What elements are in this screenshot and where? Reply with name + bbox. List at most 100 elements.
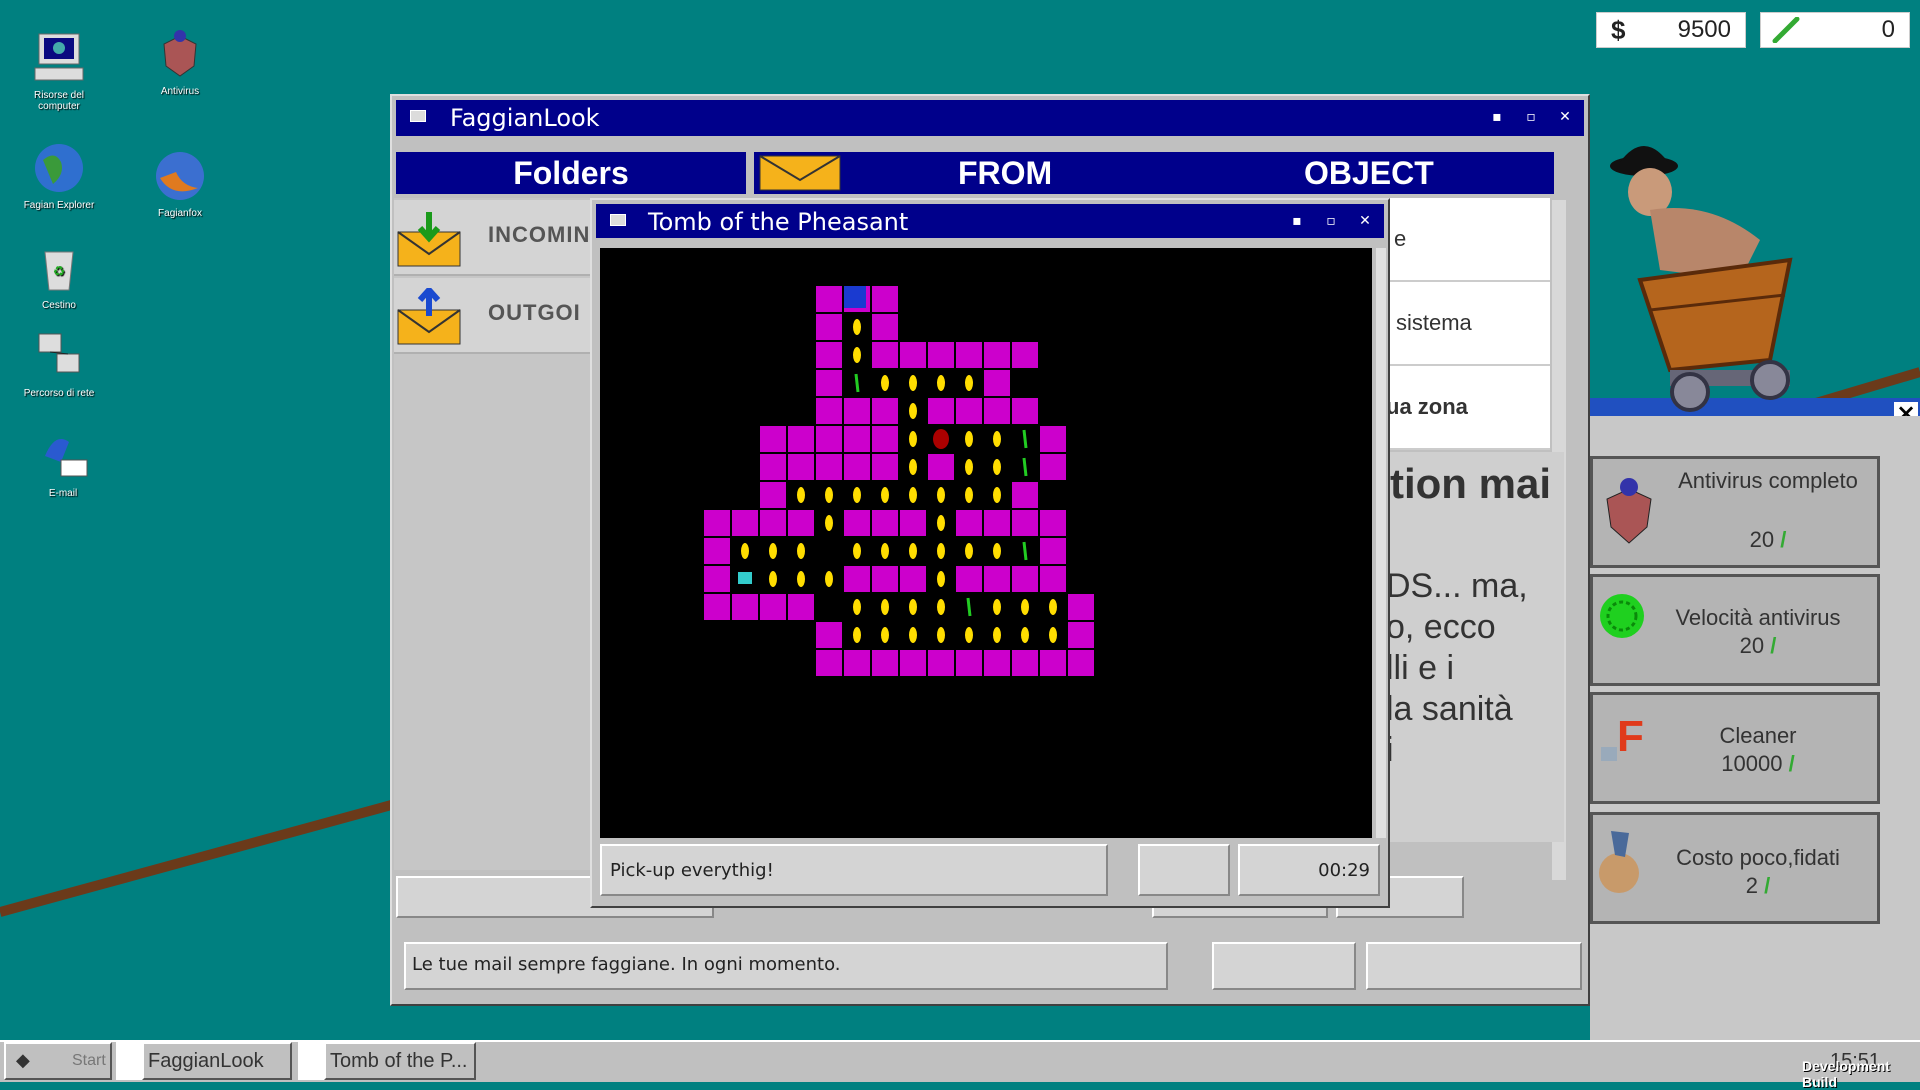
shop-item-price: 2 / [1633,873,1883,899]
coin [937,487,945,503]
player-snake [738,572,752,584]
feather-pickup [854,373,860,393]
system-menu-icon[interactable] [410,110,426,122]
maze-wall [956,342,982,368]
game-titlebar[interactable]: Tomb of the Pheasant ▪ ▫ ✕ [596,204,1384,238]
coin [965,627,973,643]
close-button[interactable]: ✕ [1358,214,1372,228]
maximize-button[interactable]: ▫ [1324,214,1338,228]
maze-wall [928,650,954,676]
window-title: Tomb of the Pheasant [648,208,909,236]
game-status-message: Pick-up everythig! [600,844,1108,896]
maze-wall [844,650,870,676]
feather-pickup [1022,541,1028,561]
coin [993,543,1001,559]
maze-wall [984,566,1010,592]
coin [909,627,917,643]
coin [1049,627,1057,643]
object-header[interactable]: OBJECT [1304,154,1434,192]
mail-row[interactable]: ua zona [1386,366,1550,450]
window-title: FaggianLook [450,104,600,132]
shop-item-velocita-antivirus[interactable]: Velocità antivirus 20 / [1590,574,1880,686]
maze-wall [984,342,1010,368]
coin [965,487,973,503]
maze-wall [1012,650,1038,676]
feather-icon: / [1770,633,1777,658]
shop-item-name: Antivirus completo [1678,468,1858,493]
shop-item-price: 20 / [1633,633,1883,659]
coin [853,487,861,503]
maze-wall [788,510,814,536]
feather-icon: / [1780,527,1787,552]
maze-wall [872,650,898,676]
coin [881,375,889,391]
coin [1021,599,1029,615]
coin [937,515,945,531]
game-canvas[interactable] [600,248,1372,838]
maze-wall [956,398,982,424]
mail-status-bar: Le tue mail sempre faggiane. In ogni mom… [404,942,1168,990]
from-header[interactable]: FROM [958,154,1052,192]
maze-wall [1012,566,1038,592]
maze-wall [872,426,898,452]
maze-wall [816,342,842,368]
coin [937,375,945,391]
coin [993,487,1001,503]
faggianlook-titlebar[interactable]: FaggianLook ▪ ▫ ✕ [396,100,1584,136]
game-scrollbar[interactable] [1376,248,1386,838]
minimize-button[interactable]: ▪ [1490,110,1504,124]
maze-wall [984,398,1010,424]
mail-row[interactable]: e [1386,198,1550,282]
close-button[interactable]: ✕ [1558,110,1572,124]
minimize-button[interactable]: ▪ [1290,214,1304,228]
maximize-button[interactable]: ▫ [1524,110,1538,124]
game-timer: 00:29 [1238,844,1380,896]
development-build-label: Development Build [1802,1058,1890,1090]
feather-pickup [1022,429,1028,449]
maze-wall [704,566,730,592]
maze-wall [844,454,870,480]
price-value: 2 [1745,873,1758,898]
folder-incoming[interactable]: INCOMIN [394,200,590,276]
coin [1049,599,1057,615]
coin [909,403,917,419]
outbox-arrow-icon [397,288,461,345]
mail-row-subject: ua zona [1386,394,1468,419]
system-menu-icon[interactable] [610,214,626,226]
coin [937,571,945,587]
coin [909,459,917,475]
start-logo-icon: ◆ [16,1050,30,1070]
coin [965,375,973,391]
antivirus-shield-icon [1606,478,1652,544]
maze-wall [928,398,954,424]
shop-item-cleaner[interactable]: F Cleaner 10000 / [1590,692,1880,804]
coin [825,571,833,587]
maze-wall [844,398,870,424]
mail-status-cell [1366,942,1582,990]
exit-door [844,286,866,308]
red-enemy [933,429,949,449]
task-faggianlook[interactable]: FaggianLook [142,1042,292,1080]
maze-wall [732,594,758,620]
start-label: Start [72,1052,106,1069]
price-value: 20 [1739,633,1765,658]
mail-preview: tion mai DS... ma, o, ecco lli e i la sa… [1386,452,1564,842]
folder-outgoing[interactable]: OUTGOI [394,278,590,354]
maze-wall [704,510,730,536]
task-tomb-of-the-pheasant[interactable]: Tomb of the P... [324,1042,476,1080]
coin [909,599,917,615]
maze-wall [844,510,870,536]
mail-row[interactable]: sistema [1386,282,1550,366]
shop-item-costo-poco[interactable]: Costo poco,fidati 2 / [1590,812,1880,924]
maze-wall [1012,342,1038,368]
maze-wall [1068,594,1094,620]
coin [909,543,917,559]
maze-wall [760,426,786,452]
price-value: 20 [1749,527,1775,552]
maze-wall [760,594,786,620]
maze-wall [1040,454,1066,480]
coin [965,459,973,475]
shop-item-antivirus-completo[interactable]: Antivirus completo 20 / [1590,456,1880,568]
start-button[interactable]: ◆ Start [4,1042,112,1080]
maze-wall [704,594,730,620]
